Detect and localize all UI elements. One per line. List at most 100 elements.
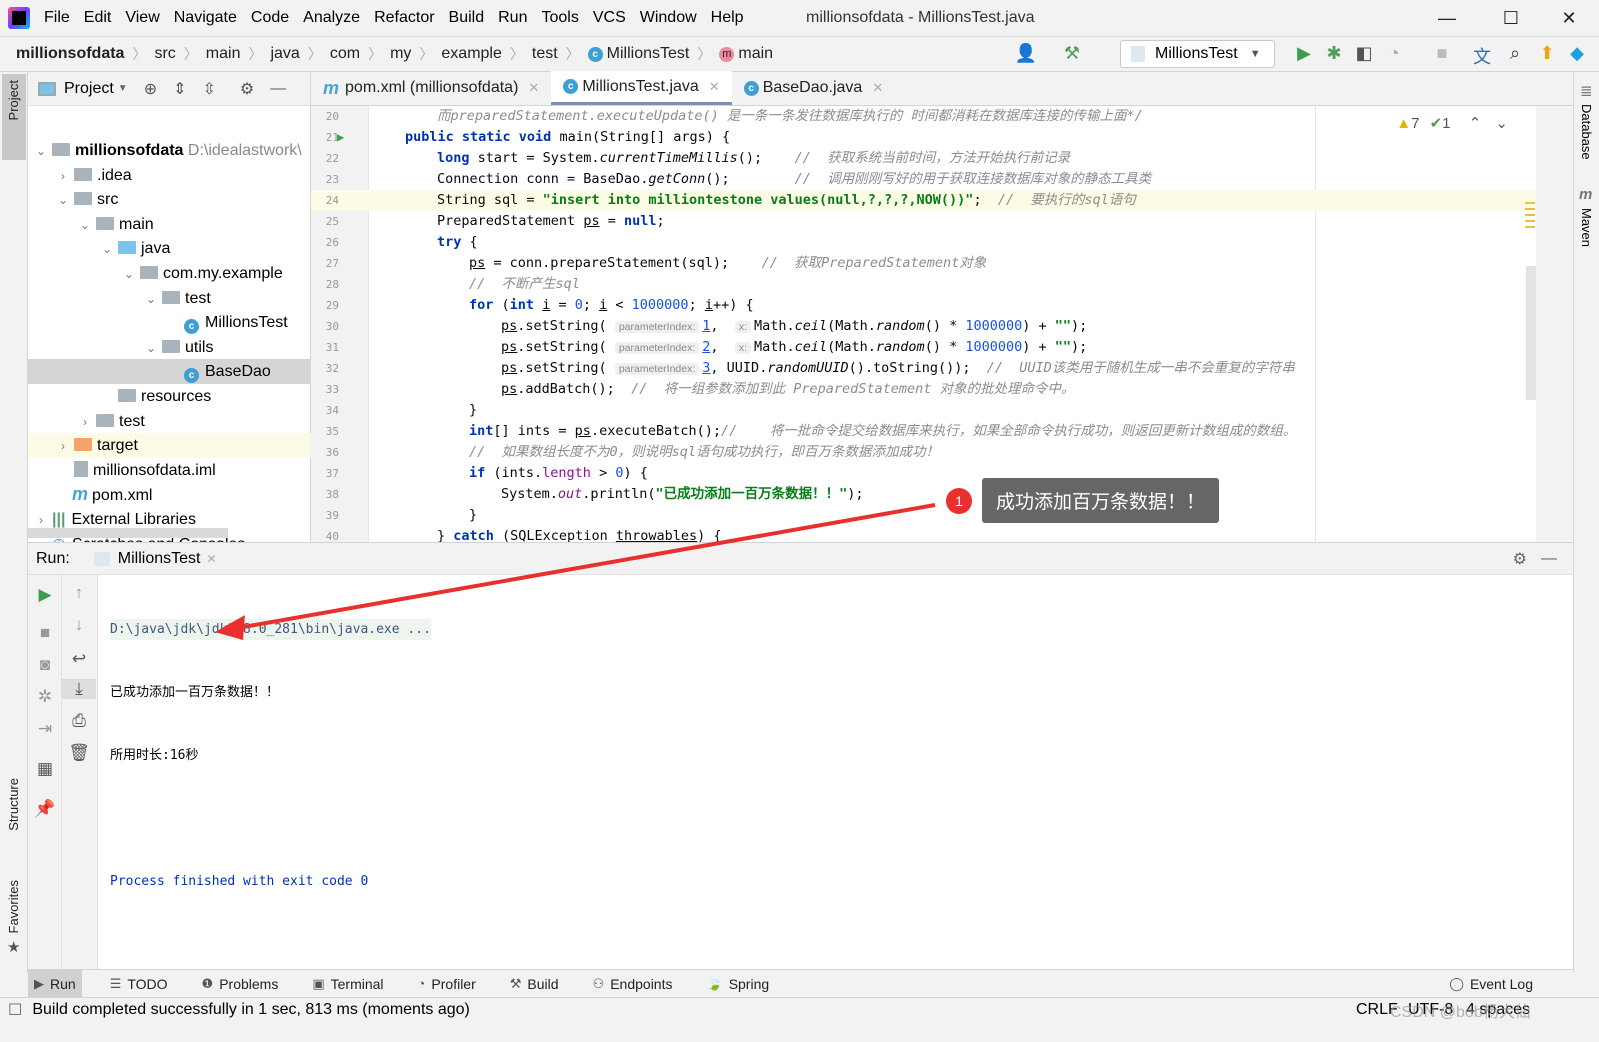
tree-item--idea[interactable]: › .idea — [28, 163, 311, 188]
chevron-down-icon[interactable]: ⌄ — [100, 237, 114, 262]
breadcrumb-main[interactable]: main — [206, 45, 241, 63]
update-icon[interactable]: ⬆ — [1535, 43, 1559, 64]
build-hammer-icon[interactable]: ⚒ — [1060, 43, 1084, 64]
close-window-button[interactable]: ✕ — [1546, 4, 1592, 32]
code-editor[interactable]: 20 而preparedStatement.executeUpdate() 是一条… — [311, 106, 1536, 542]
database-tool-label[interactable]: Database — [1579, 104, 1594, 160]
run-tab-millionstest[interactable]: MillionsTest — [118, 550, 201, 568]
breadcrumb-com[interactable]: com — [330, 45, 360, 63]
tree-item-basedao[interactable]: c BaseDao — [28, 359, 311, 385]
stop-icon[interactable]: ■ — [1430, 43, 1454, 64]
plugin-icon[interactable]: ◆ — [1565, 43, 1589, 64]
menu-run[interactable]: Run — [498, 9, 527, 27]
print-icon[interactable]: ⎙ — [62, 711, 96, 731]
tree-item-millionstest[interactable]: c MillionsTest — [28, 310, 311, 335]
pin-icon[interactable]: 📌 — [28, 799, 62, 819]
next-highlight-icon[interactable]: ⌄ — [1495, 115, 1508, 132]
collapse-all-icon[interactable]: ⇳ — [203, 79, 216, 99]
menu-help[interactable]: Help — [711, 9, 744, 27]
bottom-tab-problems[interactable]: ❶ Problems — [196, 970, 285, 998]
favorites-tool-label[interactable]: Favorites — [6, 880, 21, 933]
breadcrumb-test[interactable]: test — [532, 45, 558, 63]
hide-panel-icon[interactable]: — — [270, 80, 286, 98]
event-log-button[interactable]: ◯ Event Log — [1443, 970, 1539, 998]
hide-panel-icon[interactable]: — — [1541, 550, 1557, 568]
gear-icon[interactable]: ⚙ — [1513, 549, 1527, 569]
tree-item-resources[interactable]: resources — [28, 384, 311, 409]
chevron-down-icon[interactable]: ⌄ — [56, 188, 70, 213]
menu-refactor[interactable]: Refactor — [374, 9, 434, 27]
maximize-button[interactable]: ☐ — [1488, 4, 1534, 32]
bottom-tab-endpoints[interactable]: ⚇ Endpoints — [587, 970, 679, 998]
tree-item-millionsofdata-iml[interactable]: millionsofdata.iml — [28, 458, 311, 483]
vertical-scrollbar[interactable] — [1526, 266, 1536, 400]
tab-millionstest-java[interactable]: c MillionsTest.java ✕ — [551, 71, 732, 105]
breadcrumb-project[interactable]: millionsofdata — [16, 45, 124, 63]
close-tab-icon[interactable]: ✕ — [872, 80, 883, 96]
debug-icon[interactable]: ✱ — [1322, 43, 1346, 64]
settings-debug-icon[interactable]: ✲ — [28, 687, 62, 707]
minimize-button[interactable]: — — [1424, 4, 1470, 32]
menu-navigate[interactable]: Navigate — [174, 9, 237, 27]
up-arrow-icon[interactable]: ↑ — [62, 583, 96, 603]
run-configuration-select[interactable]: MillionsTest ▼ — [1120, 40, 1275, 68]
tree-item-test[interactable]: ⌄ test — [28, 286, 311, 311]
menu-vcs[interactable]: VCS — [593, 9, 626, 27]
close-tab-icon[interactable]: ✕ — [709, 79, 720, 95]
run-gutter-icon[interactable]: ▶ — [337, 127, 344, 148]
tree-item-main[interactable]: ⌄ main — [28, 212, 311, 237]
bottom-tab-build[interactable]: ⚒ Build — [504, 970, 565, 998]
trash-icon[interactable]: 🗑 — [62, 743, 96, 763]
bottom-tab-terminal[interactable]: ▣ Terminal — [306, 970, 389, 998]
tree-item-java[interactable]: ⌄ java — [28, 236, 311, 261]
console-output[interactable]: D:\java\jdk\jdk1.8.0_281\bin\java.exe ..… — [110, 577, 431, 934]
breadcrumb-method[interactable]: main — [738, 45, 773, 63]
chevron-right-icon[interactable]: › — [78, 410, 92, 435]
chevron-down-icon[interactable]: ⌄ — [144, 287, 158, 312]
maven-tool-label[interactable]: Maven — [1579, 208, 1594, 247]
locate-icon[interactable]: ⊕ — [144, 79, 157, 99]
stop-icon[interactable]: ■ — [28, 623, 62, 643]
breadcrumb-example[interactable]: example — [441, 45, 501, 63]
user-account-icon[interactable]: 👤 — [1014, 43, 1038, 64]
horizontal-scrollbar[interactable] — [28, 528, 228, 538]
chevron-down-icon[interactable]: ⌄ — [144, 336, 158, 361]
breadcrumb-my[interactable]: my — [390, 45, 411, 63]
tree-item-millionsofdata[interactable]: ⌄ millionsofdata D:\idealastwork\ — [28, 138, 311, 163]
menu-window[interactable]: Window — [640, 9, 697, 27]
tree-item-utils[interactable]: ⌄ utils — [28, 335, 311, 360]
chevron-down-icon[interactable]: ⌄ — [122, 262, 136, 287]
chevron-right-icon[interactable]: › — [56, 434, 70, 459]
screenshot-icon[interactable]: ◙ — [28, 655, 62, 675]
breadcrumb-src[interactable]: src — [154, 45, 175, 63]
run-icon[interactable]: ▶ — [1292, 43, 1316, 64]
chevron-down-icon[interactable]: ⌄ — [34, 139, 48, 164]
project-tool-label[interactable]: Project — [6, 80, 21, 120]
menu-view[interactable]: View — [125, 9, 159, 27]
menu-edit[interactable]: Edit — [84, 9, 112, 27]
menu-file[interactable]: File — [44, 9, 70, 27]
bottom-tab-run[interactable]: ▶ Run — [28, 969, 82, 998]
search-icon[interactable]: ⌕ — [1503, 43, 1527, 64]
chevron-down-icon[interactable]: ⌄ — [78, 213, 92, 238]
structure-tool-label[interactable]: Structure — [6, 778, 21, 831]
tree-item-com-my-example[interactable]: ⌄ com.my.example — [28, 261, 311, 286]
project-view-select[interactable]: Project — [64, 80, 114, 98]
inspection-widget[interactable]: ▲7 ✔1 ⌃ ⌄ — [1396, 114, 1508, 132]
menu-code[interactable]: Code — [251, 9, 289, 27]
restore-layout-icon[interactable]: ⇥ — [28, 719, 62, 739]
breadcrumb-class[interactable]: MillionsTest — [607, 45, 690, 63]
bottom-tab-profiler[interactable]: ◔ Profiler — [412, 970, 482, 998]
chevron-right-icon[interactable]: › — [56, 164, 70, 189]
bottom-tab-spring[interactable]: 🍃 Spring — [701, 970, 776, 998]
soft-wrap-icon[interactable]: ↩ — [62, 649, 96, 669]
previous-highlight-icon[interactable]: ⌃ — [1469, 115, 1482, 132]
tree-item-src[interactable]: ⌄ src — [28, 187, 311, 212]
breadcrumb-java[interactable]: java — [270, 45, 299, 63]
close-tab-icon[interactable]: ✕ — [528, 80, 539, 96]
rerun-icon[interactable]: ▶ — [28, 585, 62, 605]
bottom-tab-todo[interactable]: ☰ TODO — [104, 970, 174, 998]
tab-basedao-java[interactable]: c BaseDao.java ✕ — [732, 71, 896, 105]
warning-stripe-marks[interactable] — [1525, 202, 1535, 230]
menu-build[interactable]: Build — [449, 9, 485, 27]
